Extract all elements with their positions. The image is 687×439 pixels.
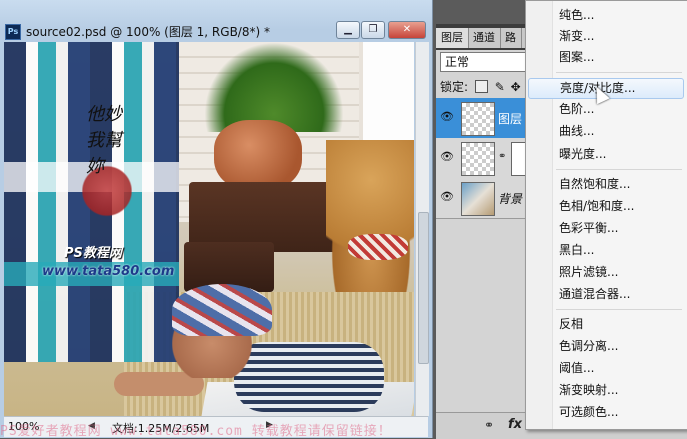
scrollbar-thumb[interactable] <box>418 212 429 364</box>
zoom-level[interactable]: 100% <box>8 420 39 433</box>
menu-separator <box>556 309 682 310</box>
plant-leaves <box>204 42 344 132</box>
menu-item-photo-filter[interactable]: 照片滤镜... <box>528 262 684 283</box>
visibility-eye-icon[interactable]: 👁 <box>440 111 454 123</box>
menu-item-gradient-map[interactable]: 渐变映射... <box>528 380 684 401</box>
menu-item-threshold[interactable]: 阈值... <box>528 358 684 379</box>
menu-item-solid-color[interactable]: 纯色... <box>528 5 684 26</box>
panel-tabs: 图层 通道 路 <box>436 28 536 48</box>
document-title: source02.psd @ 100% (图层 1, RGB/8*) * <box>26 25 270 39</box>
menu-item-levels[interactable]: 色阶... <box>528 99 684 120</box>
image-canvas[interactable]: 他妙我幫妳 PS教程网 www.tata580.com <box>4 42 414 416</box>
tab-channels[interactable]: 通道 <box>468 28 501 48</box>
window-area <box>359 42 414 152</box>
lock-transparency-icon[interactable] <box>474 80 488 93</box>
photoshop-icon: Ps <box>5 24 21 40</box>
document-window: Ps source02.psd @ 100% (图层 1, RGB/8*) * … <box>0 0 433 438</box>
menu-separator <box>556 169 682 170</box>
blend-mode-select[interactable]: 正常 <box>440 52 532 72</box>
layer-thumbnail <box>461 142 495 176</box>
layer-thumbnail <box>461 102 495 136</box>
teddy-bear <box>326 140 414 300</box>
lock-row: 锁定: ✎ ✥ <box>440 78 521 95</box>
baby-bandana <box>172 284 272 336</box>
visibility-eye-icon[interactable]: 👁 <box>440 151 454 163</box>
lock-label: 锁定: <box>440 80 469 94</box>
lock-paint-icon[interactable]: ✎ <box>495 80 505 94</box>
document-titlebar[interactable]: Ps source02.psd @ 100% (图层 1, RGB/8*) * … <box>0 0 432 40</box>
baby-body <box>234 342 384 412</box>
menu-item-color-balance[interactable]: 色彩平衡... <box>528 218 684 239</box>
scroll-left-icon[interactable]: ◀ <box>88 421 95 431</box>
watermark-site-url: www.tata580.com <box>42 264 175 279</box>
menu-item-gradient[interactable]: 渐变... <box>528 26 684 47</box>
menu-item-channel-mixer[interactable]: 通道混合器... <box>528 284 684 305</box>
layer-style-fx-button[interactable]: fx <box>508 417 522 432</box>
link-layers-icon[interactable]: ⚭ <box>484 418 494 432</box>
tab-layers[interactable]: 图层 <box>436 28 469 48</box>
menu-item-black-white[interactable]: 黑白... <box>528 240 684 261</box>
status-menu-arrow-icon[interactable]: ▶ <box>266 420 273 430</box>
background-thumbnail <box>461 182 495 216</box>
menu-item-pattern[interactable]: 图案... <box>528 47 684 68</box>
adjustment-layer-menu: 纯色... 渐变... 图案... 亮度/对比度... 色阶... 曲线... … <box>525 0 687 430</box>
menu-item-selective-color[interactable]: 可选颜色... <box>528 402 684 423</box>
layer-name: 背景 <box>498 192 523 206</box>
layer-name: 图层 <box>498 112 523 126</box>
menu-item-hue-saturation[interactable]: 色相/饱和度... <box>528 196 684 217</box>
calligraphy-watermark: 他妙我幫妳 <box>86 104 122 177</box>
menu-item-exposure[interactable]: 曝光度... <box>528 144 684 165</box>
menu-separator <box>556 72 682 73</box>
menu-item-vibrance[interactable]: 自然饱和度... <box>528 174 684 195</box>
lock-move-icon[interactable]: ✥ <box>511 80 521 94</box>
menu-item-posterize[interactable]: 色调分离... <box>528 336 684 357</box>
vertical-scrollbar[interactable] <box>415 42 429 416</box>
tab-paths[interactable]: 路 <box>500 28 522 48</box>
visibility-eye-icon[interactable]: 👁 <box>440 191 454 203</box>
minimize-button[interactable]: ▁ <box>336 21 360 39</box>
document-size: 文档:1.25M/2.65M <box>112 422 210 435</box>
menu-item-invert[interactable]: 反相 <box>528 314 684 335</box>
status-bar: 100% ◀ 文档:1.25M/2.65M ▶ <box>4 416 428 437</box>
close-button[interactable]: ✕ <box>388 21 426 39</box>
bear-bow <box>348 234 408 260</box>
restore-button[interactable]: ❐ <box>361 21 385 39</box>
watermark-site-name: PS教程网 <box>64 246 122 261</box>
mask-link-icon[interactable]: ⚭ <box>498 151 506 162</box>
menu-item-curves[interactable]: 曲线... <box>528 121 684 142</box>
